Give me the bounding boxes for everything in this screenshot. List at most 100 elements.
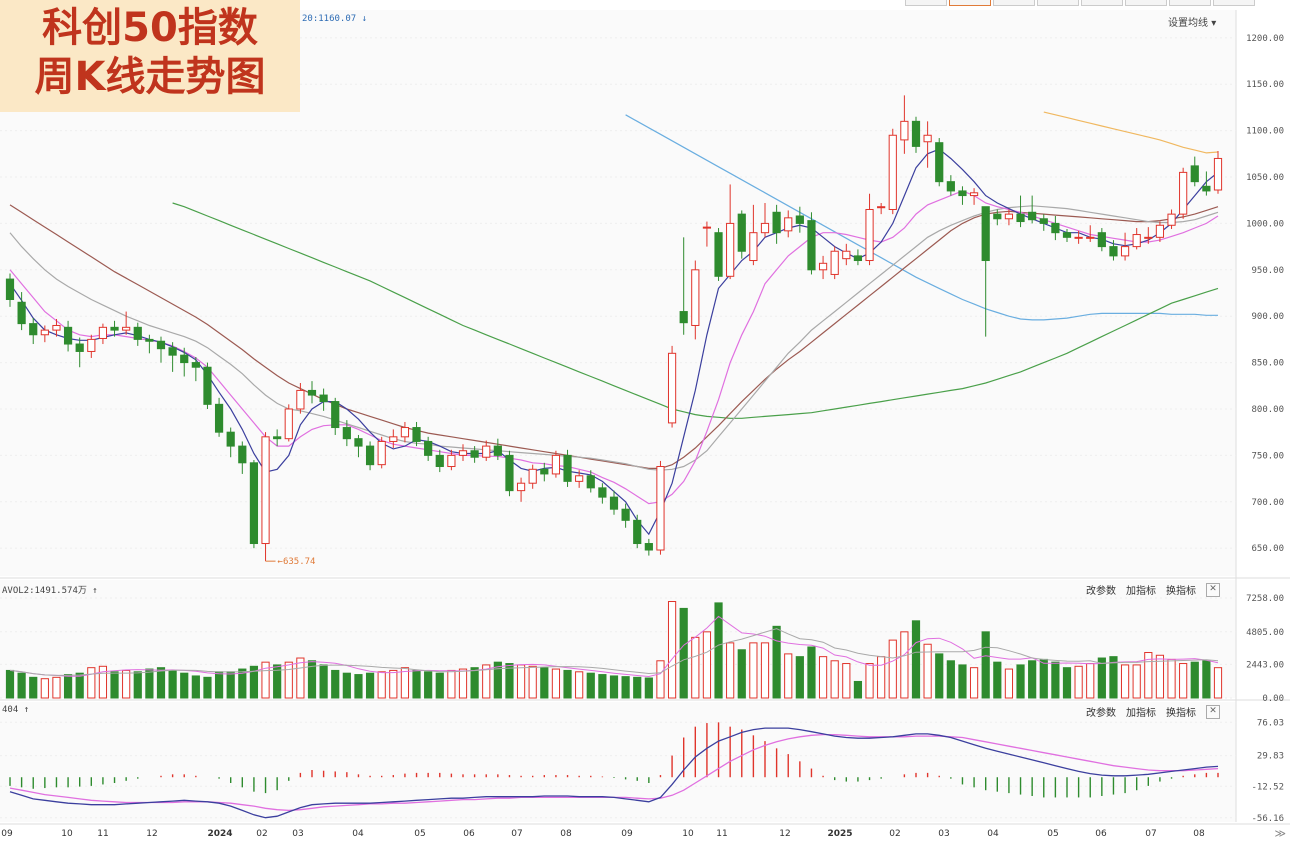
grid [0,10,1290,825]
volume-bar [133,671,142,699]
volume-bar [993,661,1002,699]
candle-down [226,431,235,447]
candle-up [923,134,932,143]
volume-bar [563,669,572,699]
candle-down [145,338,154,342]
candle-up [551,454,561,475]
candle-up [691,269,700,326]
candle-down [424,440,433,456]
macd-pane-bg [0,702,1236,822]
volume-bar [737,649,746,699]
candle-up [1086,236,1095,239]
modify-params-button[interactable]: 改参数 [1086,704,1116,719]
volume-bar [842,663,851,699]
volume-bar [1004,668,1014,699]
price-tick-label: 850.00 [1251,359,1284,369]
price-tick-label: 900.00 [1251,312,1284,322]
close-icon[interactable]: ✕ [1206,704,1220,719]
close-icon[interactable]: ✕ [1206,582,1220,597]
period-tab[interactable] [1169,0,1211,6]
modify-params-button[interactable]: 改参数 [1086,582,1116,597]
volume-bar [1120,664,1130,699]
candle-down [946,181,955,192]
candle-down [853,255,863,262]
x-tick-label: 04 [987,829,999,839]
candle-up [702,226,712,229]
candle-down [714,232,723,277]
volume-bar [981,631,990,699]
volume-bar [830,660,839,699]
candle-up [969,192,979,197]
candle-up [87,338,96,352]
switch-indicator-button[interactable]: 换指标 [1166,704,1196,719]
candle-down [75,343,84,352]
volume-bar [575,671,584,699]
candle-up [1144,236,1153,239]
candle-up [122,326,131,331]
scroll-right-icon[interactable]: ≫ [1274,827,1286,840]
candle-down [203,366,212,405]
period-tab[interactable] [905,0,947,6]
volume-bar [377,671,386,699]
low-marker-label: ←635.74 [278,557,316,567]
candle-up [900,120,909,141]
candle-down [633,519,642,545]
candle-down [1051,222,1060,234]
volume-tick-label: 0.00 [1262,694,1284,704]
volume-bar [52,676,61,699]
arrow-up-icon: ↑ [23,705,30,715]
volume-bar [691,636,700,699]
candle-up [98,326,108,339]
x-tick-label: 12 [779,829,790,839]
candle-down [1062,232,1072,238]
volume-bar [644,677,653,699]
volume-bar [900,631,909,699]
ma-setting-button[interactable]: 设置均线 ▾ [1168,14,1216,29]
x-tick-label: 08 [1193,829,1205,839]
volume-bar [958,664,967,699]
period-tab[interactable] [1213,0,1255,6]
volume-bar [447,669,456,699]
volume-bar [214,671,224,699]
switch-indicator-button[interactable]: 换指标 [1166,582,1196,597]
price-tick-label: 800.00 [1251,405,1284,415]
candle-down [214,403,224,433]
candle-up [830,250,839,275]
volume-bar [1016,664,1025,699]
volume-bar [877,656,886,699]
period-tab[interactable] [1125,0,1167,6]
candle-down [365,445,375,466]
candle-down [958,190,967,197]
volume-bar [516,664,526,699]
chart-title-box: 科创50指数 周K线走势图 [0,0,300,112]
volume-bar [180,672,189,699]
candle-down [911,120,921,147]
add-indicator-button[interactable]: 加指标 [1126,704,1156,719]
volume-bar [865,663,874,699]
candle-down [412,427,421,442]
volume-bar [1039,658,1048,699]
price-tick-label: 1050.00 [1246,173,1284,183]
ma-readout: 20:1160.07 ↓ [302,14,367,24]
candle-down [273,436,282,440]
period-tab[interactable] [1037,0,1079,6]
price-tick-label: 1150.00 [1246,80,1284,90]
volume-bar [331,669,340,699]
period-tab[interactable] [993,0,1035,6]
volume-bar [470,667,479,699]
x-tick-label: 02 [889,829,900,839]
arrow-up-icon: ↑ [92,586,98,596]
x-tick-label: 03 [292,829,303,839]
candle-down [1039,218,1048,224]
volume-bar [168,669,177,699]
candle-down [807,220,816,271]
macd-tick-label: 76.03 [1257,718,1284,728]
volume-bar [284,661,293,699]
volume-bar [40,678,49,699]
period-tab-active[interactable] [949,0,991,6]
add-indicator-button[interactable]: 加指标 [1126,582,1156,597]
volume-bar [621,676,630,699]
price-tick-label: 750.00 [1251,451,1284,461]
candle-down [156,340,166,350]
period-tab[interactable] [1081,0,1123,6]
